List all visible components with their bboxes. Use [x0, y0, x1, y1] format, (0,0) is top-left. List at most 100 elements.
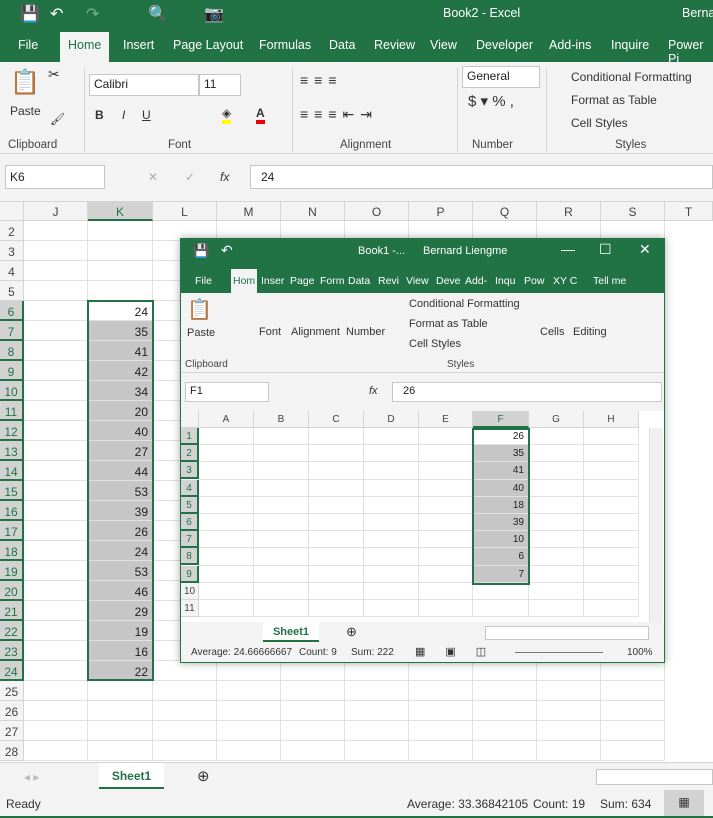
fill-color-icon[interactable]: ◈ [222, 106, 232, 124]
cell[interactable] [24, 721, 88, 741]
cell[interactable]: 18 [473, 496, 529, 514]
cell[interactable] [254, 462, 309, 480]
cell[interactable]: 29 [88, 601, 153, 621]
cell[interactable] [199, 531, 254, 549]
row-header-24[interactable]: 24 [0, 661, 24, 681]
cell[interactable] [364, 514, 419, 532]
row-header-9[interactable]: 9 [0, 361, 24, 381]
sheet-nav-icon[interactable]: ◂ ▸ [24, 770, 39, 784]
font-color-icon[interactable]: A [256, 106, 265, 124]
cell[interactable] [24, 381, 88, 401]
cell[interactable] [364, 479, 419, 497]
cell[interactable] [254, 428, 309, 446]
cell[interactable] [529, 531, 584, 549]
cell[interactable] [254, 548, 309, 566]
add-sheet-icon[interactable]: ⊕ [197, 767, 210, 785]
cell[interactable]: 34 [88, 381, 153, 401]
cell[interactable] [345, 701, 409, 721]
cell[interactable] [199, 496, 254, 514]
inner-row-header-6[interactable]: 6 [181, 514, 199, 531]
cell[interactable] [24, 401, 88, 421]
cell[interactable] [217, 701, 281, 721]
cell-styles-button[interactable]: Cell Styles [571, 116, 628, 130]
paste-button[interactable]: Paste [10, 104, 41, 118]
align-icons[interactable]: ≡≡≡ [300, 72, 343, 88]
cell[interactable] [254, 582, 309, 600]
inner-row-header-5[interactable]: 5 [181, 496, 199, 514]
cell[interactable] [254, 514, 309, 532]
inner-tab-tellme[interactable]: Tell me [593, 275, 626, 287]
inner-font-button[interactable]: Font [259, 326, 281, 338]
cell[interactable] [199, 462, 254, 480]
cell[interactable] [409, 741, 473, 761]
cell[interactable]: 46 [88, 581, 153, 601]
cell[interactable] [419, 600, 473, 618]
cell[interactable] [217, 741, 281, 761]
cell[interactable] [281, 681, 345, 701]
inner-row-header-7[interactable]: 7 [181, 531, 199, 549]
inner-tab-xyc[interactable]: XY C [553, 275, 577, 287]
inner-tab-add[interactable]: Add- [465, 275, 487, 287]
cell[interactable] [24, 481, 88, 501]
cell[interactable] [217, 661, 281, 681]
column-header-S[interactable]: S [601, 202, 665, 221]
paste-icon[interactable]: 📋 [10, 68, 40, 97]
cell[interactable] [88, 741, 153, 761]
inner-column-header-C[interactable]: C [309, 411, 364, 428]
cell[interactable]: 39 [473, 514, 529, 532]
undo-icon[interactable]: ↶ [50, 4, 63, 24]
cell[interactable] [364, 531, 419, 549]
inner-editing-button[interactable]: Editing [573, 326, 607, 338]
cell[interactable] [153, 681, 217, 701]
cell[interactable] [24, 421, 88, 441]
cell[interactable] [199, 565, 254, 583]
cell[interactable] [584, 600, 639, 618]
row-header-12[interactable]: 12 [0, 421, 24, 441]
cell[interactable] [281, 741, 345, 761]
cell[interactable] [584, 582, 639, 600]
inner-tab-hom[interactable]: Hom [231, 269, 258, 293]
inner-tab-revi[interactable]: Revi [378, 275, 399, 287]
select-all-corner[interactable] [0, 202, 24, 221]
cell[interactable] [217, 681, 281, 701]
column-header-T[interactable]: T [665, 202, 713, 221]
cell[interactable] [601, 701, 665, 721]
cell[interactable] [309, 600, 364, 618]
inner-fx-icon[interactable]: fx [369, 385, 378, 397]
cell[interactable]: 41 [473, 462, 529, 480]
cell[interactable] [309, 531, 364, 549]
cell[interactable] [254, 496, 309, 514]
inner-formula-bar[interactable]: 26 [392, 382, 662, 402]
inner-column-header-B[interactable]: B [254, 411, 309, 428]
inner-tab-page[interactable]: Page [290, 275, 315, 287]
column-header-J[interactable]: J [24, 202, 88, 221]
tab-add-ins[interactable]: Add-ins [549, 38, 591, 52]
cell[interactable]: 27 [88, 441, 153, 461]
row-header-14[interactable]: 14 [0, 461, 24, 481]
inner-paste-icon[interactable]: 📋 [187, 297, 212, 322]
cell[interactable] [24, 361, 88, 381]
inner-tab-data[interactable]: Data [348, 275, 370, 287]
cell[interactable] [309, 548, 364, 566]
cell[interactable] [364, 445, 419, 463]
cell[interactable] [529, 445, 584, 463]
cell[interactable] [281, 701, 345, 721]
cell[interactable] [419, 548, 473, 566]
cell[interactable] [584, 462, 639, 480]
format-painter-icon[interactable]: 🖌 [50, 112, 65, 126]
cell[interactable]: 40 [473, 479, 529, 497]
cell[interactable] [24, 641, 88, 661]
inner-add-sheet-icon[interactable]: ⊕ [346, 624, 357, 640]
italic-button[interactable]: I [122, 108, 125, 122]
font-size-select[interactable]: 11 [199, 74, 241, 96]
cell[interactable] [309, 565, 364, 583]
cell[interactable] [473, 681, 537, 701]
cell[interactable] [364, 496, 419, 514]
cell[interactable]: 53 [88, 481, 153, 501]
cell[interactable] [584, 514, 639, 532]
cell[interactable] [24, 541, 88, 561]
cell[interactable] [24, 621, 88, 641]
cell[interactable] [24, 601, 88, 621]
cell[interactable] [24, 461, 88, 481]
cell[interactable] [88, 241, 153, 261]
